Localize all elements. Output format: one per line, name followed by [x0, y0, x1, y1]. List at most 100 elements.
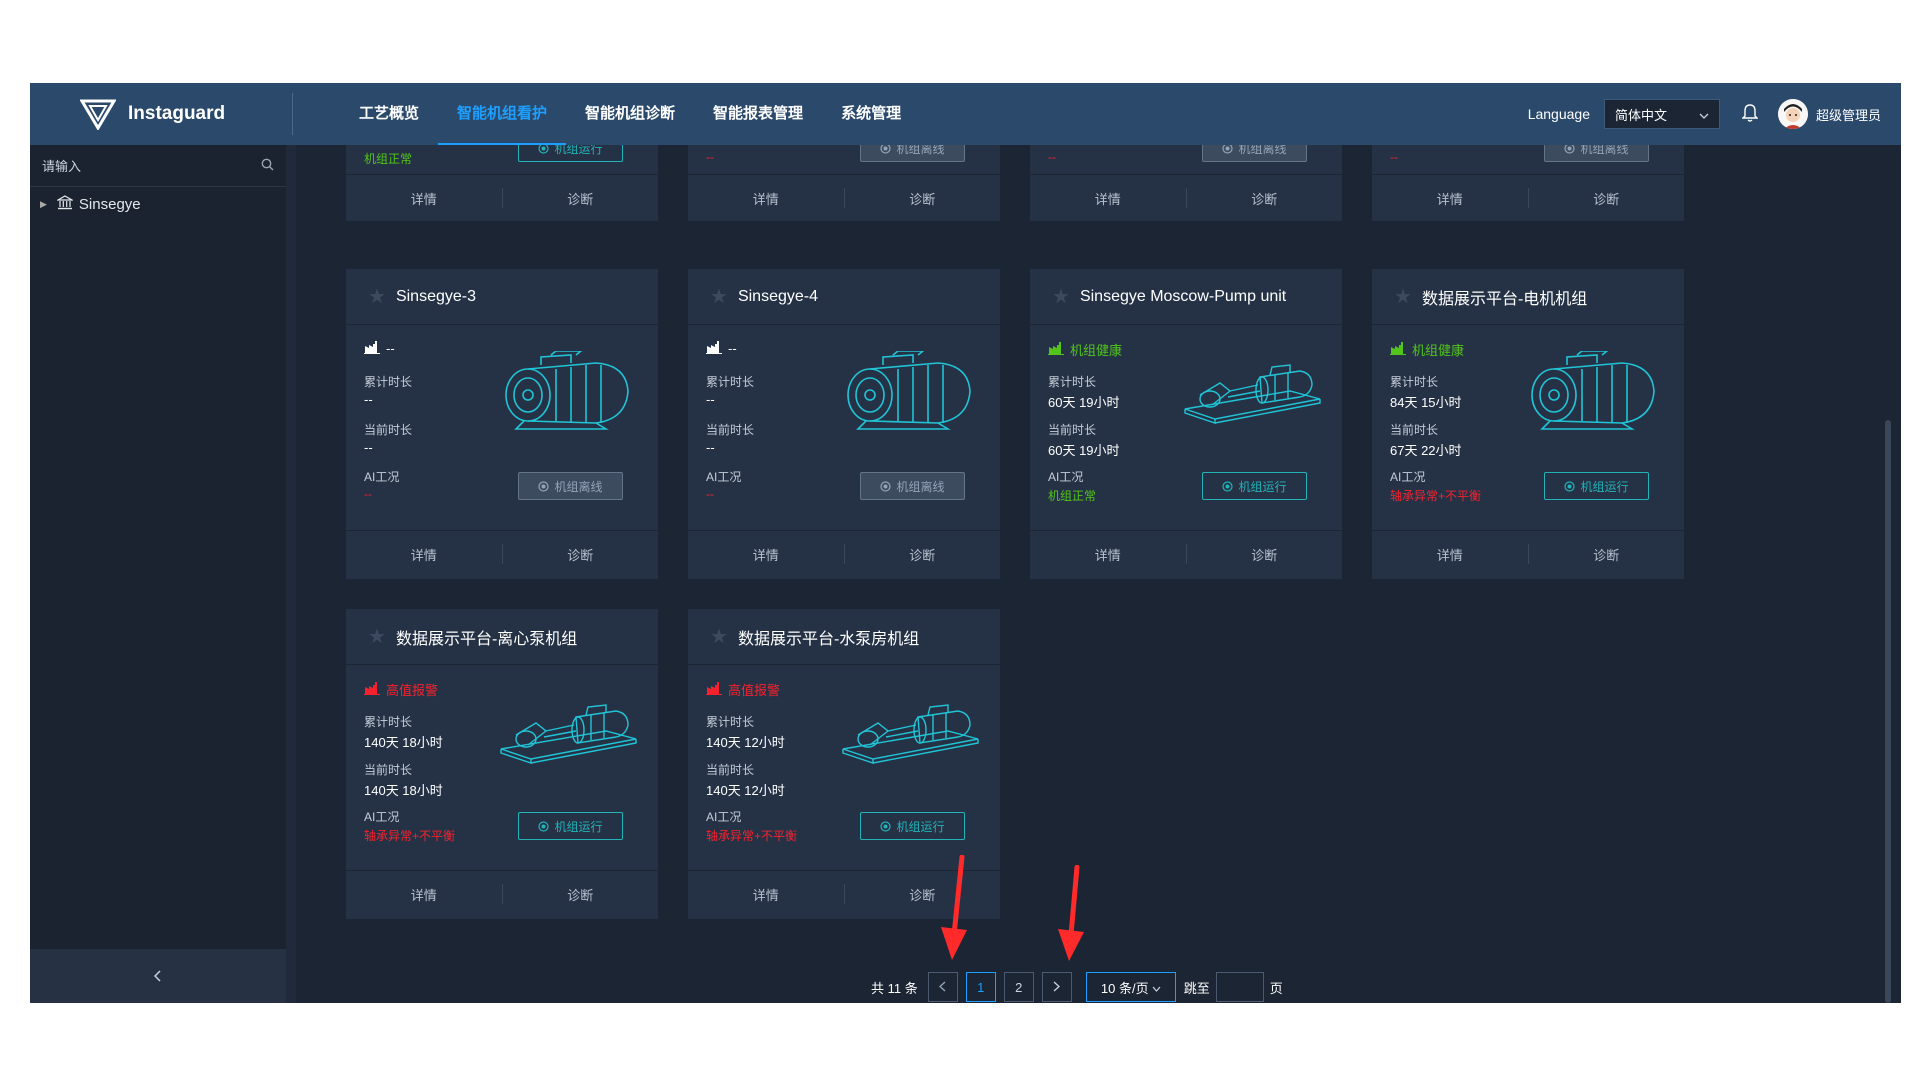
star-icon[interactable]: ★ — [710, 624, 728, 649]
unit-state-label: 机组运行 — [554, 145, 603, 156]
prev-page-button[interactable] — [927, 972, 958, 1002]
language-select[interactable]: 简体中文 — [1603, 99, 1720, 129]
unit-state-button[interactable]: 机组运行 — [1202, 472, 1307, 500]
tree-node-root[interactable]: ▶ Sinsegye — [40, 195, 141, 214]
card-header: ★ 数据展示平台-电机机组 — [1372, 269, 1684, 325]
card-header: ★ 数据展示平台-水泵房机组 — [688, 609, 1000, 665]
page-number-button[interactable]: 1 — [965, 972, 996, 1002]
vertical-scrollbar[interactable] — [1885, 145, 1891, 1003]
diagnose-link[interactable]: 诊断 — [1529, 545, 1685, 564]
detail-link[interactable]: 详情 — [346, 885, 502, 904]
accum-duration-value: 60天 19小时 — [1048, 395, 1120, 410]
caret-right-icon[interactable]: ▶ — [40, 199, 47, 210]
scrollbar-thumb[interactable] — [1885, 420, 1891, 1003]
sidebar-collapse-button[interactable] — [30, 949, 286, 1003]
search-icon[interactable] — [261, 158, 274, 174]
card-body: -- 累计时长 -- 当前时长 -- AI工况 -- 机组离线 — [688, 325, 1000, 530]
page-number-button[interactable]: 2 — [1003, 972, 1034, 1002]
diagnose-link[interactable]: 诊断 — [503, 189, 659, 208]
diagnose-link[interactable]: 诊断 — [1187, 545, 1343, 564]
unit-card: ★ Sinsegye-3 -- 累计时长 -- 当前时长 -- AI工况 -- 机组离线 详情 诊断 — [346, 269, 658, 579]
unit-state-label: 机组运行 — [554, 819, 603, 834]
unit-state-button[interactable]: 机组离线 — [860, 472, 965, 500]
unit-state-button[interactable]: 机组运行 — [860, 812, 965, 840]
goto-page-input[interactable] — [1215, 972, 1264, 1002]
health-status: 机组健康 — [1048, 340, 1122, 359]
pump-icon — [838, 691, 983, 771]
detail-link[interactable]: 详情 — [688, 885, 844, 904]
star-icon[interactable]: ★ — [368, 624, 386, 649]
detail-link[interactable]: 详情 — [688, 545, 844, 564]
goto-label: 跳至 — [1183, 980, 1210, 996]
diagnose-link[interactable]: 诊断 — [845, 545, 1001, 564]
accum-duration-value: -- — [364, 392, 373, 407]
diagnose-link[interactable]: 诊断 — [503, 885, 659, 904]
chevron-down-icon — [1152, 980, 1161, 995]
health-status-label: 机组健康 — [1412, 343, 1465, 358]
unit-card: ★ Sinsegye-4 -- 累计时长 -- 当前时长 -- AI工况 -- 机组离线 详情 诊断 — [688, 269, 1000, 579]
ai-status: 轴承异常+不平衡 — [706, 829, 798, 843]
search-placeholder: 请输入 — [42, 159, 82, 174]
detail-link[interactable]: 详情 — [1030, 189, 1186, 208]
next-page-button[interactable] — [1041, 972, 1072, 1002]
card-title[interactable]: 数据展示平台-水泵房机组 — [738, 625, 919, 649]
nav-item-process-overview[interactable]: 工艺概览 — [340, 83, 438, 145]
diagnose-link[interactable]: 诊断 — [503, 545, 659, 564]
unit-state-button[interactable]: 机组离线 — [518, 472, 623, 500]
card-title[interactable]: Sinsegye-4 — [738, 288, 818, 306]
unit-state-label: 机组离线 — [896, 479, 945, 494]
page-size-select[interactable]: 10 条/页 — [1085, 972, 1176, 1002]
nav-item-system-management[interactable]: 系统管理 — [822, 83, 920, 145]
detail-link[interactable]: 详情 — [1030, 545, 1186, 564]
sidebar-gutter — [286, 145, 296, 1003]
star-icon[interactable]: ★ — [710, 284, 728, 309]
detail-link[interactable]: 详情 — [346, 189, 502, 208]
diagnose-link[interactable]: 诊断 — [1187, 189, 1343, 208]
star-icon[interactable]: ★ — [1052, 284, 1070, 309]
current-duration-value: 140天 18小时 — [364, 783, 443, 798]
chevron-left-icon — [153, 966, 162, 987]
avatar[interactable] — [1777, 99, 1808, 129]
star-icon[interactable]: ★ — [1394, 284, 1412, 309]
bell-icon[interactable] — [1741, 103, 1759, 125]
card-footer: 详情 诊断 — [1372, 530, 1684, 577]
unit-state-button[interactable]: 机组运行 — [518, 145, 623, 162]
unit-state-button[interactable]: 机组运行 — [1544, 472, 1649, 500]
unit-state-button[interactable]: 机组离线 — [1544, 145, 1649, 162]
diagnose-link[interactable]: 诊断 — [1529, 189, 1685, 208]
motor-icon — [496, 350, 641, 431]
unit-state-button[interactable]: 机组离线 — [860, 145, 965, 162]
star-icon[interactable]: ★ — [368, 284, 386, 309]
accum-duration-value: 140天 18小时 — [364, 735, 443, 750]
ai-status: -- — [706, 487, 714, 501]
diagnose-link[interactable]: 诊断 — [845, 885, 1001, 904]
unit-state-label: 机组离线 — [1580, 145, 1629, 156]
sidebar: 请输入 ▶ Sinsegye — [30, 145, 286, 1003]
motor-icon — [838, 350, 983, 431]
ai-status: -- — [364, 487, 372, 501]
card-footer: 详情 诊断 — [346, 870, 658, 917]
pump-icon — [496, 691, 641, 771]
unit-card: -- 机组离线 详情 诊断 — [1372, 145, 1684, 221]
accum-duration-value: 140天 12小时 — [706, 735, 785, 750]
detail-link[interactable]: 详情 — [688, 189, 844, 208]
detail-link[interactable]: 详情 — [1372, 189, 1528, 208]
card-title[interactable]: 数据展示平台-电机机组 — [1422, 285, 1587, 309]
detail-link[interactable]: 详情 — [346, 545, 502, 564]
nav-item-unit-care[interactable]: 智能机组看护 — [438, 83, 567, 145]
nav-item-report-management[interactable]: 智能报表管理 — [694, 83, 822, 145]
diagnose-link[interactable]: 诊断 — [845, 189, 1001, 208]
nav-item-unit-diagnosis[interactable]: 智能机组诊断 — [566, 83, 694, 145]
ai-status: 机组正常 — [1048, 489, 1097, 503]
logo[interactable]: Instaguard — [80, 97, 225, 131]
unit-state-button[interactable]: 机组运行 — [518, 812, 623, 840]
ai-status: 轴承异常+不平衡 — [1390, 489, 1482, 503]
detail-link[interactable]: 详情 — [1372, 545, 1528, 564]
card-title[interactable]: Sinsegye-3 — [396, 288, 476, 306]
username[interactable]: 超级管理员 — [1816, 105, 1881, 124]
unit-state-button[interactable]: 机组离线 — [1202, 145, 1307, 162]
card-title[interactable]: 数据展示平台-离心泵机组 — [396, 625, 577, 649]
ai-condition-label: AI工况 — [1048, 470, 1084, 484]
card-title[interactable]: Sinsegye Moscow-Pump unit — [1080, 288, 1286, 306]
tree-search-input[interactable]: 请输入 — [30, 145, 286, 187]
